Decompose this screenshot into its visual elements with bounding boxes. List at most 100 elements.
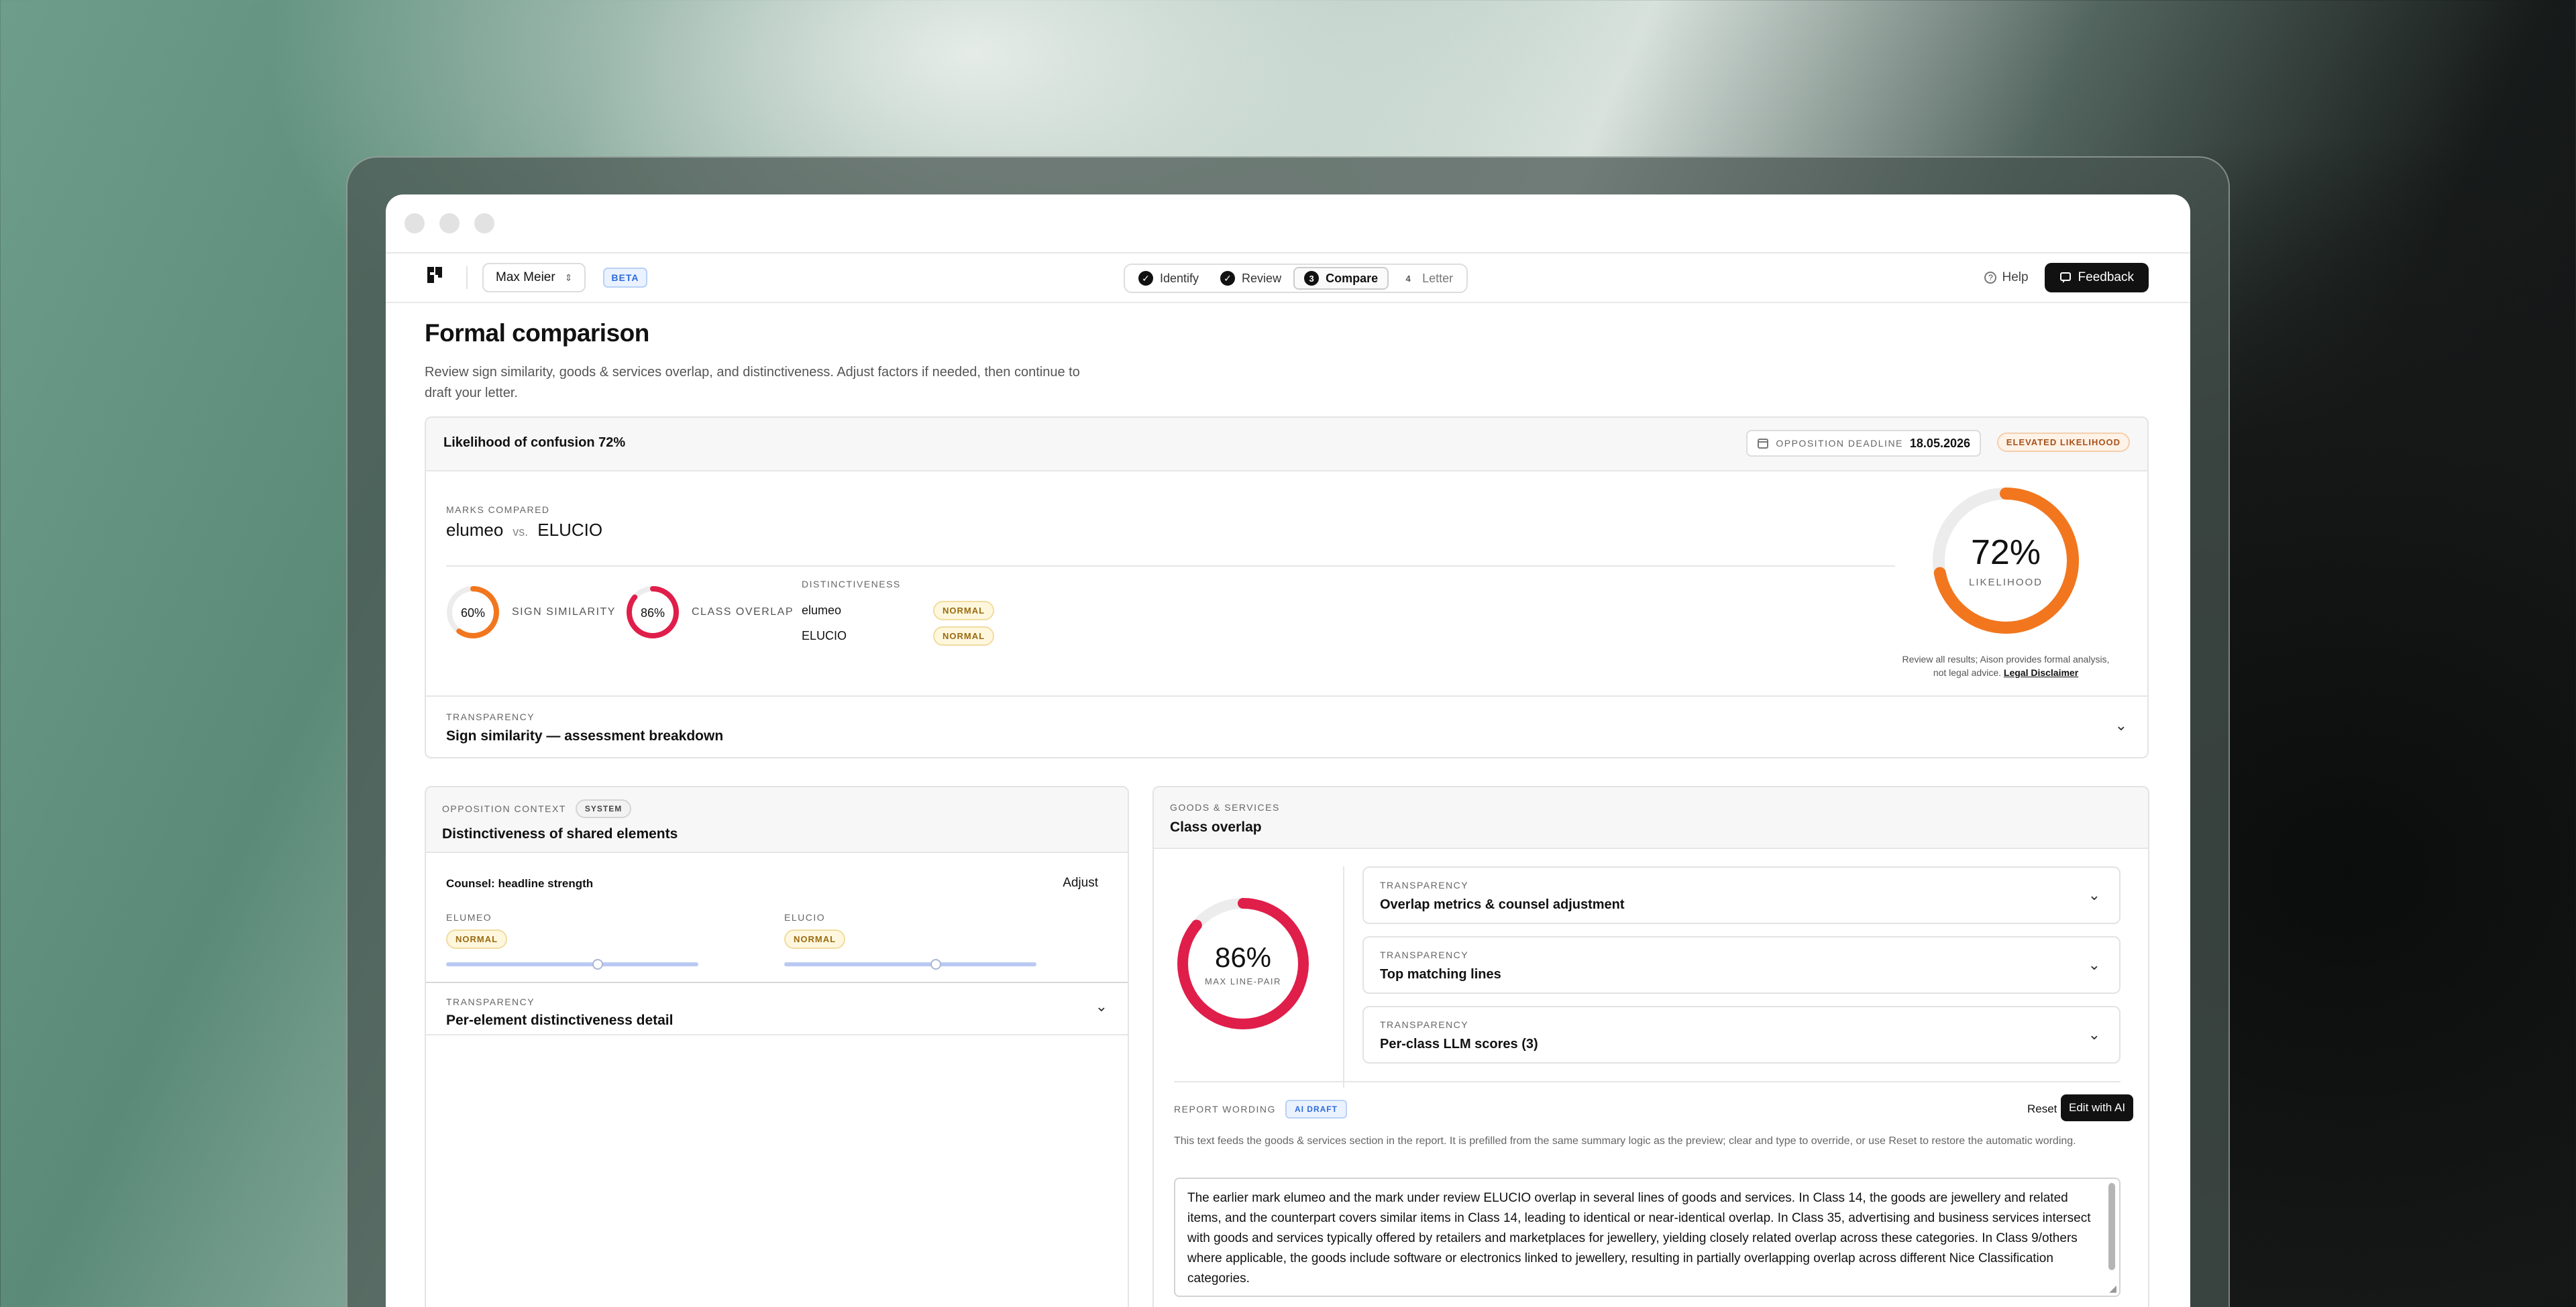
help-label: Help [2002,270,2029,284]
accordion-title: Per-element distinctiveness detail [446,1013,674,1028]
window-close-dot[interactable] [405,213,425,233]
marks-divider [446,565,1895,567]
context-eyebrow: OPPOSITION CONTEXT [442,803,566,814]
deadline-label: OPPOSITION DEADLINE [1776,438,1903,449]
step-identify[interactable]: ✓ Identify [1129,267,1208,290]
adjust-button[interactable]: Adjust [1063,876,1098,891]
context-title: Distinctiveness of shared elements [442,826,678,842]
elucio-slider-knob[interactable] [930,959,941,970]
class-overlap-metric: 86% CLASS OVERLAP [626,585,794,639]
per-class-scores-accordion[interactable]: TRANSPARENCY Per-class LLM scores (3) ⌄ [1362,1006,2121,1064]
elucio-slider[interactable] [784,959,1036,970]
step-label: Letter [1422,271,1454,285]
accordion-title: Per-class LLM scores (3) [1380,1037,1538,1052]
chevron-down-icon: ⌄ [2088,1026,2100,1043]
goods-eyebrow: GOODS & SERVICES [1170,802,1280,813]
feedback-button[interactable]: Feedback [2044,263,2149,292]
report-text: The earlier mark elumeo and the mark und… [1187,1191,2091,1286]
page-title: Formal comparison [425,319,649,347]
chevron-down-icon: ⌄ [1095,998,1108,1015]
window-minimize-dot[interactable] [439,213,460,233]
elumeo-slider-knob[interactable] [592,959,603,970]
report-help-text: This text feeds the goods & services sec… [1174,1135,2076,1147]
likelihood-gauge: 72% LIKELIHOOD [1929,484,2083,638]
opposition-deadline: OPPOSITION DEADLINE 18.05.2026 [1746,430,1981,457]
distinctiveness-label: DISTINCTIVENESS [802,579,901,589]
textarea-scrollbar[interactable] [2108,1183,2115,1270]
goods-vertical-divider [1343,866,1344,1088]
report-wording-label: REPORT WORDING [1174,1104,1276,1115]
help-button[interactable]: ? Help [1984,270,2029,285]
check-icon: ✓ [1138,271,1153,286]
likelihood-value: 72% [1971,533,2041,572]
distinctiveness-summary: DISTINCTIVENESS elumeo NORMAL ELUCIO NOR… [802,579,1003,646]
transparency-label: TRANSPARENCY [446,997,535,1007]
legal-disclaimer-link[interactable]: Legal Disclaimer [2004,667,2078,678]
summary-card-header: Likelihood of confusion 72% OPPOSITION D… [426,418,2147,471]
page-subtitle: Review sign similarity, goods & services… [425,365,1080,400]
chevron-down-icon: ⌄ [2088,887,2100,903]
mark-a: elumeo [446,520,504,540]
max-line-pair-value: 86% [1215,942,1271,973]
sign-similarity-label: SIGN SIMILARITY [512,606,616,618]
likelihood-status-badge: ELEVATED LIKELIHOOD [1996,433,2130,452]
step-review[interactable]: ✓ Review [1211,267,1291,290]
opposition-context-card: OPPOSITION CONTEXT SYSTEM Distinctivenes… [425,786,1129,1307]
accordion-title: Sign similarity — assessment breakdown [446,728,724,744]
app-header: Max Meier ⇕ BETA ✓ Identify ✓ Review 3 C… [386,253,2190,303]
per-element-accordion[interactable]: TRANSPARENCY Per-element distinctiveness… [426,982,1128,1035]
marks-compared: elumeo vs. ELUCIO [446,520,602,541]
goods-title: Class overlap [1170,819,1262,835]
step-label: Review [1242,271,1282,285]
distinct-badge: NORMAL [933,600,995,620]
class-overlap-gauge: 86% MAX LINE-PAIR [1174,895,1312,1033]
window-maximize-dot[interactable] [474,213,494,233]
calendar-icon [1758,439,1769,449]
top-matching-lines-accordion[interactable]: TRANSPARENCY Top matching lines ⌄ [1362,936,2121,994]
accordion-title: Top matching lines [1380,967,1501,982]
chevron-down-icon: ⌄ [2114,717,2127,734]
reset-button[interactable]: Reset [2027,1102,2057,1116]
edit-with-ai-button[interactable]: Edit with AI [2061,1094,2134,1121]
user-select[interactable]: Max Meier ⇕ [482,263,586,292]
sign-similarity-ring: 60% [447,586,499,638]
max-line-pair-ring: 86% MAX LINE-PAIR [1177,898,1309,1029]
step-letter[interactable]: 4 Letter [1391,267,1462,290]
distinct-row: elumeo NORMAL [802,600,1003,620]
header-divider [466,266,468,289]
elucio-badge: NORMAL [784,929,846,949]
goods-card-header: GOODS & SERVICES Class overlap [1154,787,2148,849]
app-logo-icon[interactable] [425,264,451,292]
report-textarea[interactable]: The earlier mark elumeo and the mark und… [1174,1178,2121,1297]
header-actions: ? Help Feedback [1984,263,2149,292]
resize-handle-icon[interactable]: ◢ [2109,1283,2116,1294]
sign-similarity-accordion[interactable]: TRANSPARENCY Sign similarity — assessmen… [426,695,2147,757]
chevron-down-icon: ⌄ [2088,956,2100,973]
step-number: 3 [1304,271,1320,286]
help-icon: ? [1984,272,1997,284]
summary-title: Likelihood of confusion 72% [443,435,626,450]
system-badge: SYSTEM [575,799,632,818]
distinct-row: ELUCIO NORMAL [802,626,1003,646]
elumeo-badge: NORMAL [446,929,508,949]
context-eyebrow-row: OPPOSITION CONTEXT SYSTEM [442,799,632,818]
vs-label: vs. [513,525,529,538]
elucio-label: ELUCIO [784,912,826,923]
ai-draft-badge: AI DRAFT [1285,1100,1347,1119]
marks-compared-label: MARKS COMPARED [446,504,550,515]
context-card-header: OPPOSITION CONTEXT SYSTEM Distinctivenes… [426,787,1128,853]
class-overlap-ring: 86% [627,586,679,638]
elumeo-slider[interactable] [446,959,698,970]
overlap-metrics-accordion[interactable]: TRANSPARENCY Overlap metrics & counsel a… [1362,866,2121,924]
distinct-badge: NORMAL [933,626,995,646]
step-compare[interactable]: 3 Compare [1293,267,1389,290]
transparency-label: TRANSPARENCY [1380,950,1469,960]
step-label: Identify [1160,271,1199,285]
transparency-label: TRANSPARENCY [1380,880,1469,891]
check-icon: ✓ [1220,271,1236,286]
step-number: 4 [1405,273,1411,284]
window-titlebar [386,194,2190,253]
accordion-title: Overlap metrics & counsel adjustment [1380,897,1625,912]
feedback-label: Feedback [2078,270,2134,284]
elumeo-label: ELUMEO [446,912,492,923]
